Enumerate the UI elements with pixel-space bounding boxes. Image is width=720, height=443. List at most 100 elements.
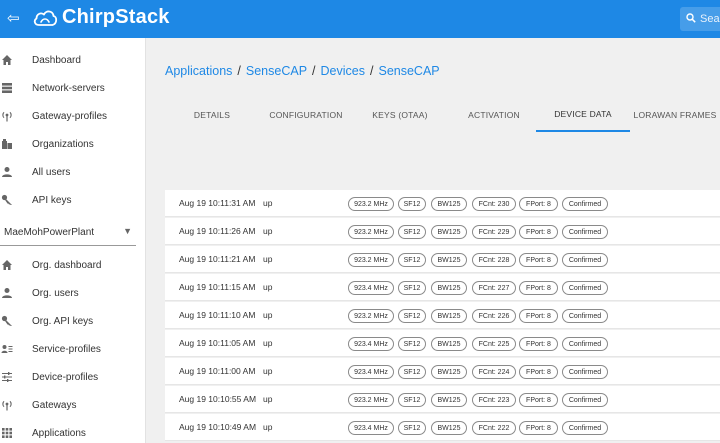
organization-select-value: MaeMohPowerPlant [4, 227, 95, 238]
search-box[interactable]: Sear [680, 7, 720, 31]
breadcrumb-applications-link[interactable]: Applications [165, 64, 232, 78]
frame-direction: up [263, 198, 273, 208]
tab-configuration[interactable]: CONFIGURATION [259, 98, 353, 132]
confirmed-chip: Confirmed [562, 393, 608, 407]
sidebar-item-api-keys[interactable]: API keys [0, 186, 146, 214]
apps-grid-icon [0, 426, 14, 440]
frame-direction: up [263, 394, 273, 404]
breadcrumb-separator: / [312, 64, 316, 78]
table-row[interactable]: Aug 19 10:11:21 AM up 923.2 MHz SF12 BW1… [165, 246, 720, 273]
tab-lorawan-frames[interactable]: LORAWAN FRAMES [630, 98, 720, 132]
sidebar-item-org-api-keys[interactable]: Org. API keys [0, 307, 146, 335]
table-row[interactable]: Aug 19 10:10:49 AM up 923.4 MHz SF12 BW1… [165, 414, 720, 441]
table-row[interactable]: Aug 19 10:11:00 AM up 923.4 MHz SF12 BW1… [165, 358, 720, 385]
frequency-chip: 923.2 MHz [348, 393, 394, 407]
search-placeholder: Sear [700, 13, 720, 25]
cloud-logo-icon [33, 10, 58, 26]
sidebar-item-org-dashboard[interactable]: Org. dashboard [0, 251, 146, 279]
sidebar-item-label: Device-profiles [32, 371, 99, 383]
fport-chip: FPort: 8 [519, 337, 558, 351]
sidebar-item-network-servers[interactable]: Network-servers [0, 74, 146, 102]
fcnt-chip: FCnt: 225 [472, 337, 516, 351]
frame-timestamp: Aug 19 10:11:31 AM [179, 198, 256, 208]
sidebar-item-org-users[interactable]: Org. users [0, 279, 146, 307]
table-row[interactable]: Aug 19 10:11:31 AM up 923.2 MHz SF12 BW1… [165, 190, 720, 217]
sidebar-item-dashboard[interactable]: Dashboard [0, 46, 146, 74]
sidebar-item-organizations[interactable]: Organizations [0, 130, 146, 158]
frame-direction: up [263, 338, 273, 348]
table-row[interactable]: Aug 19 10:11:15 AM up 923.4 MHz SF12 BW1… [165, 274, 720, 301]
sidebar-item-label: Dashboard [32, 54, 81, 66]
breadcrumb-device-name: SenseCAP [378, 64, 440, 78]
app-logo[interactable]: ChirpStack [32, 6, 170, 29]
frame-timestamp: Aug 19 10:11:21 AM [179, 254, 256, 264]
table-row[interactable]: Aug 19 10:10:55 AM up 923.2 MHz SF12 BW1… [165, 386, 720, 413]
frequency-chip: 923.4 MHz [348, 281, 394, 295]
frame-timestamp: Aug 19 10:10:49 AM [179, 422, 257, 432]
breadcrumb-application-link[interactable]: SenseCAP [246, 64, 307, 78]
table-row[interactable]: Aug 19 10:11:26 AM up 923.2 MHz SF12 BW1… [165, 218, 720, 245]
table-row[interactable]: Aug 19 10:11:10 AM up 923.2 MHz SF12 BW1… [165, 302, 720, 329]
sidebar-item-label: Gateways [32, 399, 77, 411]
frame-direction: up [263, 422, 273, 432]
confirmed-chip: Confirmed [562, 197, 608, 211]
bandwidth-chip: BW125 [431, 393, 467, 407]
sidebar-item-service-profiles[interactable]: Service-profiles [0, 335, 146, 363]
fport-chip: FPort: 8 [519, 365, 558, 379]
organization-select[interactable]: MaeMohPowerPlant ▼ [0, 220, 136, 246]
fcnt-chip: FCnt: 229 [472, 225, 516, 239]
fport-chip: FPort: 8 [519, 393, 558, 407]
home-icon [0, 258, 14, 272]
sidebar-item-label: Gateway-profiles [32, 110, 108, 122]
frame-timestamp: Aug 19 10:11:05 AM [179, 338, 256, 348]
sidebar-item-gateway-profiles[interactable]: Gateway-profiles [0, 102, 146, 130]
tab-activation[interactable]: ACTIVATION [447, 98, 541, 132]
spreading-factor-chip: SF12 [398, 337, 426, 351]
sidebar-item-device-profiles[interactable]: Device-profiles [0, 363, 146, 391]
sidebar: Dashboard Network-servers Gateway-profil… [0, 38, 146, 443]
user-icon [0, 286, 14, 300]
spreading-factor-chip: SF12 [398, 393, 426, 407]
sidebar-item-label: API keys [32, 194, 72, 206]
frame-direction: up [263, 226, 273, 236]
fport-chip: FPort: 8 [519, 421, 558, 435]
breadcrumb: Applications / SenseCAP / Devices / SenseCAP [165, 64, 440, 78]
sidebar-item-label: Org. dashboard [32, 259, 102, 271]
breadcrumb-devices-link[interactable]: Devices [321, 64, 365, 78]
confirmed-chip: Confirmed [562, 225, 608, 239]
radio-tower-icon [0, 109, 14, 123]
sidebar-item-label: Network-servers [32, 82, 105, 94]
back-menu-icon[interactable]: ⇦ [7, 10, 20, 28]
chevron-down-icon: ▼ [123, 226, 132, 236]
server-icon [0, 81, 14, 95]
frame-timestamp: Aug 19 10:11:10 AM [179, 310, 256, 320]
frequency-chip: 923.2 MHz [348, 197, 394, 211]
radio-tower-icon [0, 398, 14, 412]
frequency-chip: 923.4 MHz [348, 337, 394, 351]
breadcrumb-separator: / [237, 64, 241, 78]
fcnt-chip: FCnt: 222 [472, 421, 516, 435]
bandwidth-chip: BW125 [431, 421, 467, 435]
bandwidth-chip: BW125 [431, 309, 467, 323]
search-icon [686, 12, 696, 26]
sidebar-item-applications[interactable]: Applications [0, 419, 146, 443]
tab-details[interactable]: DETAILS [165, 98, 259, 132]
spreading-factor-chip: SF12 [398, 309, 426, 323]
frequency-chip: 923.2 MHz [348, 253, 394, 267]
table-row[interactable]: Aug 19 10:11:05 AM up 923.4 MHz SF12 BW1… [165, 330, 720, 357]
app-name: ChirpStack [62, 6, 170, 28]
top-app-bar: ⇦ ChirpStack Sear [0, 0, 720, 38]
sidebar-item-all-users[interactable]: All users [0, 158, 146, 186]
key-icon [0, 193, 14, 207]
tab-device-data[interactable]: DEVICE DATA [536, 98, 630, 132]
device-tabs: DETAILS CONFIGURATION KEYS (OTAA) ACTIVA… [165, 98, 720, 132]
sidebar-item-label: Organizations [32, 138, 94, 150]
building-icon [0, 137, 14, 151]
fport-chip: FPort: 8 [519, 197, 558, 211]
sidebar-item-gateways[interactable]: Gateways [0, 391, 146, 419]
tab-keys-otaa[interactable]: KEYS (OTAA) [353, 98, 447, 132]
spreading-factor-chip: SF12 [398, 197, 426, 211]
user-icon [0, 165, 14, 179]
spreading-factor-chip: SF12 [398, 421, 426, 435]
frame-direction: up [263, 310, 273, 320]
